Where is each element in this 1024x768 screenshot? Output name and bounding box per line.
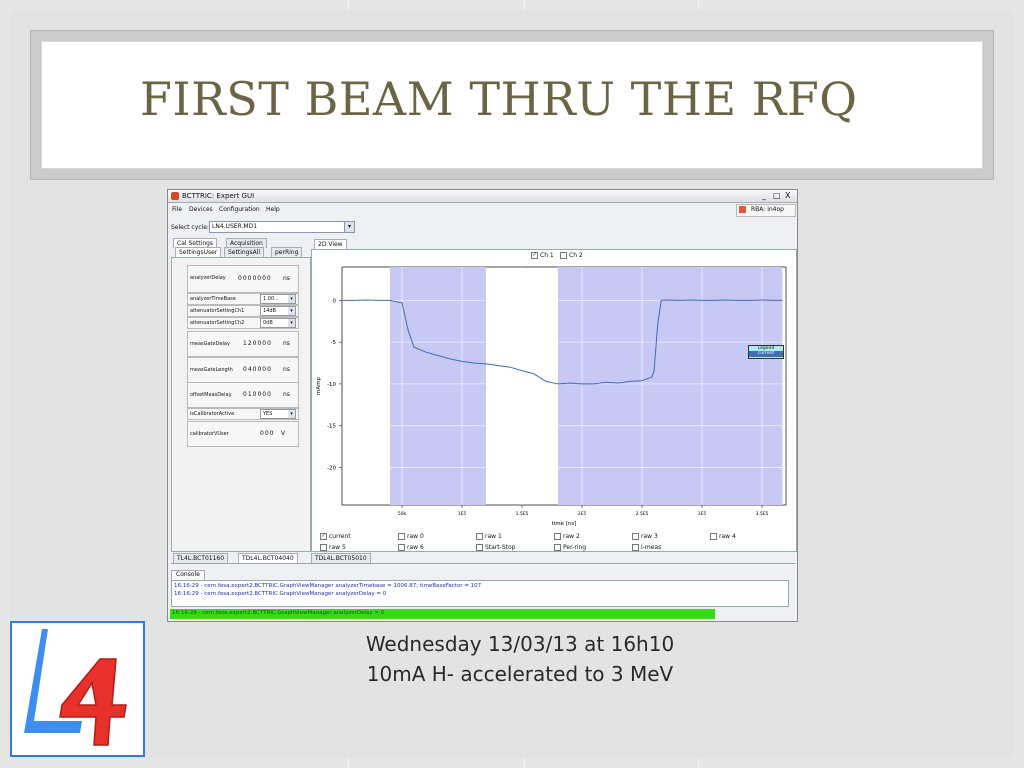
param-meas-gate-length: measGateLength 040000 ns <box>187 357 299 383</box>
series-checkbox[interactable]: raw 1 <box>476 533 502 540</box>
x-tick-label: 2.5E5 <box>636 511 649 517</box>
tab-device-1[interactable]: TL4L.BCT01160 <box>173 553 229 563</box>
tab-device-3[interactable]: TDL4L.BCT05010 <box>311 553 371 563</box>
series-checkbox[interactable]: I-meas <box>632 544 661 551</box>
x-tick-label: 1E5 <box>458 511 467 517</box>
series-checkbox[interactable]: ✓ current <box>320 533 351 540</box>
caption-description: 10mA H- accelerated to 3 MeV <box>366 662 674 686</box>
shaded-region <box>390 267 486 505</box>
console-line: 16:16:29 - cern.fesa.expert2.BCTTRIC.Gra… <box>174 583 482 589</box>
chevron-down-icon: ▾ <box>344 222 354 232</box>
select-cycle-label: Select cycle: <box>171 224 209 231</box>
rba-selector[interactable]: RBA: in4op <box>736 204 796 217</box>
y-tick-label: -5 <box>331 340 337 346</box>
settings-panel: analyzerDelay 0000000 ns analyzerTimeBas… <box>171 257 311 552</box>
y-tick-label: 0 <box>333 298 337 304</box>
series-checkbox[interactable]: raw 3 <box>632 533 658 540</box>
maximize-button[interactable]: □ <box>773 191 781 201</box>
x-tick-label: 3E5 <box>698 511 707 517</box>
l4-logo-icon <box>24 629 127 746</box>
menu-devices[interactable]: Devices <box>189 206 213 213</box>
param-attenuator-ch1: attenuatorSettingCh1 14dB ▾ <box>187 305 299 317</box>
series-checkbox[interactable]: Start-Stop <box>476 544 515 551</box>
attenuator-ch1-dropdown[interactable]: 14dB ▾ <box>260 306 296 316</box>
series-checkbox[interactable]: raw 4 <box>710 533 736 540</box>
menu-bar: File Devices Configuration Help <box>168 203 797 215</box>
series-checkbox[interactable]: raw 6 <box>398 544 424 551</box>
y-tick-label: -15 <box>327 424 336 430</box>
close-button[interactable]: X <box>785 191 790 201</box>
param-analyzer-delay: analyzerDelay 0000000 ns <box>187 265 299 293</box>
linac4-logo <box>10 621 145 757</box>
checkbox-ch1[interactable]: ✓ Ch 1 <box>531 252 554 259</box>
series-checkbox[interactable]: raw 0 <box>398 533 424 540</box>
rba-label: RBA: in4op <box>751 206 784 213</box>
legend-item-current: current <box>749 351 783 357</box>
x-tick-label: 1.5E5 <box>516 511 529 517</box>
x-tick-label: 3.5E5 <box>756 511 769 517</box>
status-bar: 16:16:29 - cern.fesa.expert2.BCTTRIC.Gra… <box>170 609 715 619</box>
tab-settings-all[interactable]: SettingsAll <box>224 247 265 257</box>
current-chart: 0 -5 -10 -15 -20 50k 1E5 1.5E5 2E5 2.5E5 3E5 3.5E5 t… <box>316 266 787 527</box>
spinner-value[interactable]: 010000 <box>243 391 272 398</box>
rba-icon <box>739 206 746 213</box>
minimize-button[interactable]: _ <box>762 191 766 201</box>
console-log: 16:16:29 - cern.fesa.expert2.BCTTRIC.Gra… <box>171 580 789 607</box>
attenuator-ch2-dropdown[interactable]: 0dB ▾ <box>260 318 296 328</box>
tab-2d-view[interactable]: 2D View <box>314 239 347 249</box>
y-tick-label: -20 <box>327 465 336 471</box>
caption-date: Wednesday 13/03/13 at 16h10 <box>365 632 675 656</box>
window-title: BCTTRIC: Expert GUI <box>182 192 255 200</box>
device-tabs: TL4L.BCT01160 TDL4L.BCT04040 TDL4L.BCT05… <box>171 552 795 564</box>
menu-configuration[interactable]: Configuration <box>219 206 260 213</box>
status-text: 16:16:29 - cern.fesa.expert2.BCTTRIC.Gra… <box>172 610 385 616</box>
param-calibrator-active: isCalibratorActive YES ▾ <box>187 408 299 420</box>
series-checkbox[interactable]: raw 2 <box>554 533 580 540</box>
checkbox-ch2[interactable]: Ch 2 <box>560 252 583 259</box>
y-axis-label: mAmp <box>316 377 322 395</box>
y-tick-label: -10 <box>327 382 336 388</box>
spinner-value[interactable]: 120000 <box>243 340 272 347</box>
tab-device-2[interactable]: TDL4L.BCT04040 <box>238 553 298 563</box>
plot-panel: ✓ Ch 1 Ch 2 0 -5 -10 -15 -20 50k 1E5 1.5E5 2E5 2.5… <box>311 249 797 552</box>
console-line: 16:16:29 - cern.fesa.expert2.BCTTRIC.Gra… <box>174 591 387 597</box>
x-tick-label: 2E5 <box>578 511 587 517</box>
spinner-value[interactable]: 000 <box>260 430 274 437</box>
expert-gui-window: BCTTRIC: Expert GUI _ □ X File Devices C… <box>167 189 798 622</box>
slide-title: FIRST BEAM THRU THE RFQ <box>140 72 858 126</box>
calibrator-active-dropdown[interactable]: YES ▾ <box>260 409 296 419</box>
app-icon <box>171 192 179 200</box>
chart-legend: Legend current <box>748 345 784 359</box>
series-checkbox[interactable]: raw 5 <box>320 544 346 551</box>
select-cycle-value: LN4.USER.MD1 <box>212 223 258 230</box>
series-checkbox[interactable]: Per-ring <box>554 544 586 551</box>
shaded-region <box>558 267 783 505</box>
param-meas-gate-delay: measGateDelay 120000 ns <box>187 331 299 357</box>
tab-settings-user[interactable]: SettingsUser <box>175 247 222 257</box>
param-offset-meas-delay: offsetMeasDelay 010000 ns <box>187 382 299 408</box>
menu-file[interactable]: File <box>172 206 182 213</box>
spinner-value[interactable]: 040000 <box>243 366 272 373</box>
param-calibrator-vuser: calibratorVUser 000 V <box>187 421 299 447</box>
param-attenuator-ch2: attenuatorSettingCh2 0dB ▾ <box>187 317 299 329</box>
tab-per-ring[interactable]: perRing <box>271 247 303 257</box>
x-tick-label: 50k <box>398 511 407 517</box>
select-cycle-combo[interactable]: LN4.USER.MD1 ▾ <box>209 221 355 233</box>
param-analyzer-timebase: analyzerTimeBase 1.00... ▾ <box>187 293 299 305</box>
x-axis-label: time [ns] <box>552 521 577 527</box>
menu-help[interactable]: Help <box>266 206 280 213</box>
window-titlebar: BCTTRIC: Expert GUI _ □ X <box>168 190 797 203</box>
timebase-dropdown[interactable]: 1.00... ▾ <box>260 294 296 304</box>
spinner-value[interactable]: 0000000 <box>238 275 272 282</box>
